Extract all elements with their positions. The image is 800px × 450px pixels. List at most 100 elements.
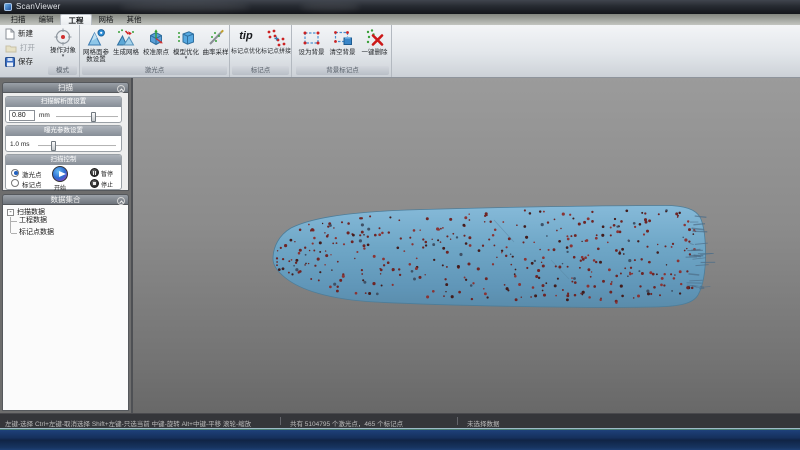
tree-item-scan-data[interactable]: 扫描数据 (17, 209, 45, 217)
tab-mesh[interactable]: 网格 (92, 14, 120, 25)
resolution-input[interactable]: 0.80 (9, 110, 35, 121)
resolution-slider-track[interactable] (56, 116, 118, 118)
marker-points-group: tip 标记点优化 标记点拼接 标记点 (230, 25, 292, 77)
pause-scan-button[interactable] (90, 168, 99, 177)
mesh-params-button[interactable]: 网格面参数设置 (81, 28, 111, 63)
marker-dot (442, 227, 444, 229)
mode-group-label: 模式 (48, 66, 77, 75)
target-icon (54, 28, 72, 46)
tab-scan[interactable]: 扫描 (4, 14, 32, 25)
marker-dot (555, 295, 557, 297)
marker-dot (547, 221, 549, 223)
exposure-value: 1.0 ms (10, 141, 30, 148)
tab-other[interactable]: 其他 (120, 14, 148, 25)
3d-viewport[interactable] (133, 78, 800, 413)
marker-dot (290, 239, 293, 242)
marker-dot (534, 260, 536, 262)
marker-dot (329, 286, 332, 289)
open-button[interactable]: 打开 (3, 41, 44, 54)
data-tree: - 扫描数据 工程数据 标记点数据 (2, 205, 129, 411)
marker-dot (663, 273, 665, 275)
marker-dot (675, 212, 678, 215)
marker-dot (653, 286, 656, 289)
marker-dot (625, 209, 628, 212)
tree-item-marker-data[interactable]: 标记点数据 (19, 229, 54, 237)
delete-all-button[interactable]: 一键删除 (359, 28, 390, 56)
marker-dot (630, 267, 632, 269)
marker-dot (425, 241, 428, 244)
marker-dot (464, 277, 466, 279)
mouse-hints: 左键-选择 Ctrl+左键-取消选择 Shift+左键-只选当前 中键-旋转 A… (5, 418, 251, 428)
laser-point-radio[interactable] (11, 169, 19, 177)
exposure-slider-thumb[interactable] (51, 141, 56, 151)
marker-dot (450, 238, 451, 239)
marker-dot (615, 301, 617, 303)
marker-dot (443, 295, 445, 297)
marker-dot (618, 252, 621, 255)
marker-dot (620, 220, 623, 223)
marker-dot (539, 249, 541, 251)
collapse-button[interactable] (117, 197, 125, 205)
calibrate-origin-button[interactable]: 校准原点 (141, 28, 171, 56)
resolution-slider-thumb[interactable] (91, 112, 96, 122)
marker-dot (446, 251, 449, 254)
marker-dot (362, 279, 364, 281)
marker-dot (367, 228, 370, 231)
stop-scan-button[interactable] (90, 179, 99, 188)
marker-dot (646, 246, 648, 248)
marker-dot (569, 214, 571, 216)
marker-dot (533, 241, 535, 243)
marker-dot (512, 256, 514, 258)
marker-optimize-button[interactable]: tip 标记点优化 (231, 28, 261, 56)
tab-edit[interactable]: 编辑 (32, 14, 60, 25)
marker-dot (613, 224, 616, 227)
tab-engineering[interactable]: 工程 (60, 14, 92, 25)
clear-background-button[interactable]: 清空背景 (327, 28, 358, 56)
marker-dot (671, 246, 673, 248)
marker-dot (298, 252, 301, 255)
marker-dot (305, 254, 307, 256)
tree-expander[interactable]: - (7, 209, 14, 216)
marker-dot (677, 260, 680, 263)
operate-object-button[interactable]: 操作对象 ▾ (48, 28, 78, 58)
marker-dot (531, 262, 534, 265)
marker-dot (382, 258, 385, 261)
scan-control-title: 扫描控制 (6, 155, 121, 165)
generate-mesh-button[interactable]: 生成网格 (111, 28, 141, 56)
marker-dot (566, 298, 569, 301)
marker-dot (661, 277, 664, 280)
marker-dot (631, 273, 633, 275)
exposure-slider-track[interactable] (38, 145, 116, 147)
marker-dot (562, 263, 564, 265)
marker-dot (609, 291, 612, 294)
marker-dot (278, 268, 281, 271)
marker-dot (593, 259, 596, 262)
start-label: 开始 (47, 183, 73, 192)
marker-dot (314, 265, 316, 267)
marker-dot (616, 230, 619, 233)
start-scan-button[interactable] (52, 166, 68, 182)
marker-dot (361, 223, 364, 226)
generate-mesh-icon (116, 28, 136, 48)
marker-dot (566, 246, 569, 249)
marker-dot (571, 277, 573, 279)
marker-dot (398, 219, 400, 221)
tree-item-project-data[interactable]: 工程数据 (19, 217, 47, 225)
marker-dot (361, 269, 363, 271)
marker-stitch-button[interactable]: 标记点拼接 (261, 28, 291, 56)
tree-line (10, 217, 11, 233)
collapse-button[interactable] (117, 85, 125, 93)
marker-dot (670, 273, 672, 275)
marker-dot (602, 225, 605, 228)
save-button[interactable]: 保存 (3, 55, 44, 68)
marker-dot (317, 258, 320, 261)
resolution-group: 扫描解析度设置 0.80 mm (5, 96, 122, 123)
set-background-button[interactable]: 设为背景 (296, 28, 327, 56)
model-optimize-button[interactable]: 模型优化 ▾ (171, 28, 201, 60)
marker-point-radio[interactable] (11, 179, 19, 187)
curvature-sample-button[interactable]: 曲率采样 (201, 28, 230, 56)
marker-dot (679, 270, 682, 273)
marker-dot (330, 254, 331, 255)
marker-dot (379, 227, 381, 229)
new-button[interactable]: 新建 (3, 27, 44, 40)
